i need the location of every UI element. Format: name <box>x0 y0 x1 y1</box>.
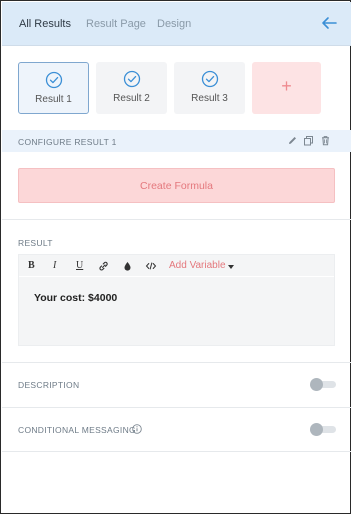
description-label: DESCRIPTION <box>18 380 80 390</box>
result-editor[interactable]: B I U Add Variable Your cost: $4000 <box>18 254 335 346</box>
tab-result-page[interactable]: Result Page <box>86 18 146 30</box>
info-icon[interactable] <box>132 424 142 434</box>
divider <box>2 219 351 220</box>
add-result-button[interactable]: + <box>252 62 321 114</box>
conditional-messaging-label: CONDITIONAL MESSAGING <box>18 425 136 435</box>
toggle-knob <box>310 378 323 391</box>
conditional-messaging-toggle[interactable] <box>310 423 336 436</box>
header-bar: All Results Result Page Design <box>2 2 351 46</box>
caret-down-icon[interactable] <box>228 265 234 269</box>
add-variable-dropdown[interactable]: Add Variable <box>169 260 226 272</box>
description-toggle[interactable] <box>310 378 336 391</box>
result-card-2[interactable]: Result 2 <box>96 62 167 114</box>
code-icon[interactable] <box>145 260 157 272</box>
divider <box>2 407 351 408</box>
create-formula-label: Create Formula <box>140 180 213 192</box>
configure-result-bar: CONFIGURE RESULT 1 <box>2 130 351 152</box>
tab-design[interactable]: Design <box>157 18 191 30</box>
result-card-label: Result 3 <box>191 93 228 104</box>
trash-icon[interactable] <box>320 135 331 146</box>
color-drop-icon[interactable] <box>123 260 132 272</box>
result-content[interactable]: Your cost: $4000 <box>34 292 117 304</box>
result-card-label: Result 1 <box>35 94 72 105</box>
link-icon[interactable] <box>98 260 109 272</box>
underline-button[interactable]: U <box>76 260 83 272</box>
toggle-knob <box>310 423 323 436</box>
pencil-icon[interactable] <box>287 135 298 146</box>
bold-button[interactable]: B <box>28 260 35 272</box>
check-circle-icon <box>123 70 140 88</box>
result-card-3[interactable]: Result 3 <box>174 62 245 114</box>
copy-icon[interactable] <box>303 135 314 146</box>
app-frame: All Results Result Page Design Result 1 … <box>0 0 351 514</box>
result-section-label: RESULT <box>18 238 53 248</box>
arrow-left-icon[interactable] <box>321 16 337 30</box>
plus-icon: + <box>281 76 292 96</box>
create-formula-button[interactable]: Create Formula <box>18 168 335 203</box>
check-circle-icon <box>45 71 62 89</box>
configure-title: CONFIGURE RESULT 1 <box>18 137 117 147</box>
divider <box>2 451 351 452</box>
editor-toolbar: B I U Add Variable <box>19 255 334 277</box>
tab-all-results[interactable]: All Results <box>19 18 71 30</box>
divider <box>2 362 351 363</box>
check-circle-icon <box>201 70 218 88</box>
result-card-label: Result 2 <box>113 93 150 104</box>
result-card-1[interactable]: Result 1 <box>18 62 89 114</box>
italic-button[interactable]: I <box>53 260 56 272</box>
